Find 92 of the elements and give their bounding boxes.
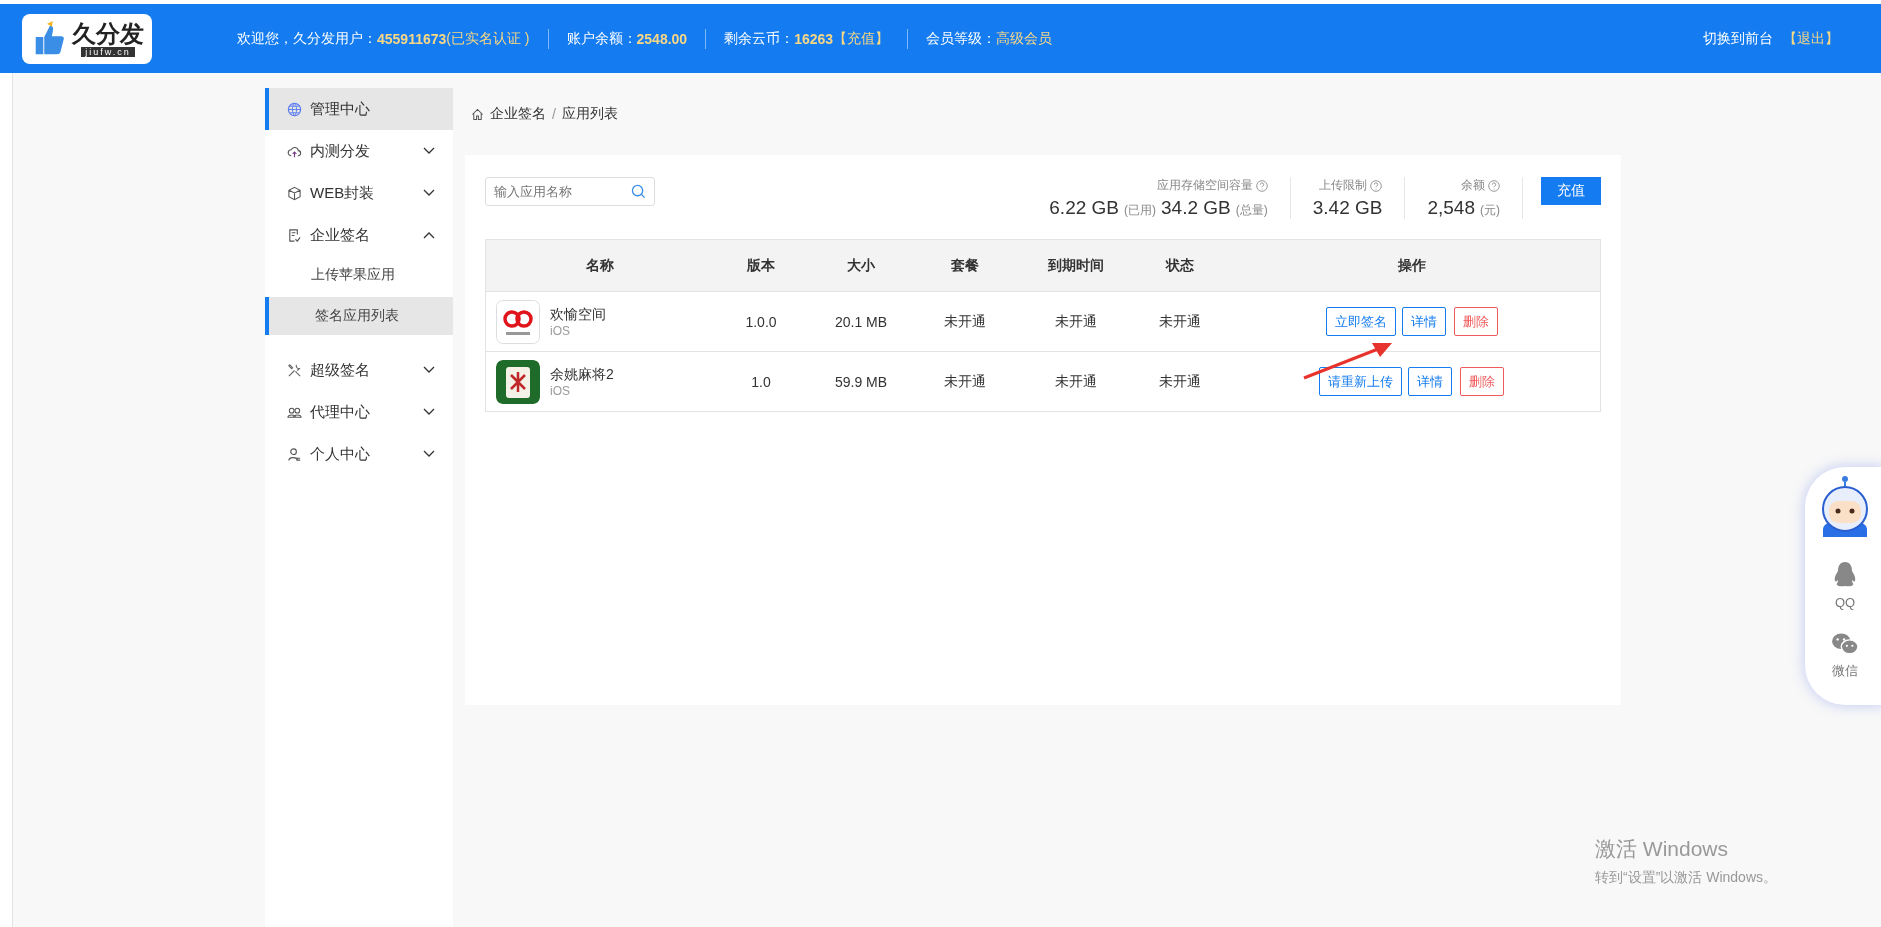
info-label: 剩余云币： bbox=[724, 29, 795, 48]
windows-activation-text: 转到“设置”以激活 Windows。 bbox=[1595, 869, 1777, 887]
table-cell-text: 未开通 bbox=[1054, 312, 1098, 331]
windows-activation-title: 激活 Windows bbox=[1595, 836, 1730, 862]
breadcrumb-item[interactable]: 企业签名 bbox=[490, 105, 546, 123]
help-icon bbox=[1488, 179, 1500, 192]
chevron-icon bbox=[423, 189, 435, 197]
person-icon bbox=[287, 446, 302, 462]
document-check-icon bbox=[287, 227, 302, 243]
delete-button[interactable]: 删除 bbox=[1460, 367, 1504, 396]
search-icon bbox=[631, 184, 646, 199]
column-header: 套餐 bbox=[949, 256, 980, 275]
rings-app-icon bbox=[496, 299, 540, 344]
contact-item[interactable]: QQ bbox=[1833, 561, 1857, 610]
column-header: 版本 bbox=[746, 256, 776, 275]
penguin-icon bbox=[1833, 561, 1857, 589]
column-header: 到期时间 bbox=[1047, 256, 1105, 275]
sidebar-item[interactable]: 企业签名 bbox=[265, 214, 453, 256]
recharge-link[interactable]: 【充值】 bbox=[833, 29, 890, 48]
unit-label: (元) bbox=[1480, 202, 1500, 219]
breadcrumb-item: 应用列表 bbox=[561, 105, 618, 123]
breadcrumb-separator: / bbox=[552, 106, 556, 122]
chevron-icon bbox=[423, 408, 435, 416]
table-cell-text: 未开通 bbox=[1157, 372, 1202, 391]
unit-label: (总量) bbox=[1235, 202, 1268, 219]
mahjong-tile-icon bbox=[496, 359, 540, 404]
logo-domain: jiufw.cn bbox=[81, 46, 135, 57]
chevron-icon bbox=[423, 450, 435, 458]
balance-value: 2,548 bbox=[1427, 197, 1475, 219]
column-header: 大小 bbox=[846, 256, 876, 275]
sidebar-item[interactable]: WEB封装 bbox=[265, 172, 453, 214]
app-name: 欢愉空间 bbox=[550, 305, 606, 324]
cube-icon bbox=[287, 185, 302, 201]
sidebar-subitem[interactable]: 上传苹果应用 bbox=[265, 256, 453, 293]
unit-label: (已用) bbox=[1124, 202, 1156, 219]
info-value: (已实名认证 ) bbox=[446, 29, 530, 48]
storage-used: 6.22 GB bbox=[1049, 197, 1119, 219]
help-icon bbox=[1255, 179, 1268, 192]
app-name: 余姚麻将2 bbox=[550, 365, 614, 384]
site-logo[interactable]: 久分发 jiufw.cn bbox=[22, 13, 152, 64]
contact-label: QQ bbox=[1834, 595, 1856, 610]
chevron-icon bbox=[423, 231, 435, 239]
info-label: 账户余额： bbox=[566, 29, 637, 48]
action-button[interactable]: 请重新上传 bbox=[1319, 367, 1402, 396]
globe-icon bbox=[287, 101, 302, 117]
table-cell-text: 未开通 bbox=[1054, 372, 1098, 391]
recharge-button[interactable]: 充值 bbox=[1541, 177, 1601, 205]
search-field[interactable]: 输入应用名称 bbox=[485, 177, 655, 206]
table-cell-text: 1.0.0 bbox=[744, 313, 778, 330]
upload-limit-value: 3.42 GB bbox=[1312, 197, 1383, 219]
logo-wordmark: 久分发 bbox=[72, 20, 144, 47]
sidebar-item[interactable]: 代理中心 bbox=[265, 391, 453, 433]
table-cell-text: 未开通 bbox=[1157, 312, 1202, 331]
app-platform: iOS bbox=[550, 323, 571, 338]
sidebar-item[interactable]: 内测分发 bbox=[265, 130, 453, 172]
chevron-icon bbox=[423, 147, 435, 155]
delete-button[interactable]: 删除 bbox=[1453, 307, 1498, 336]
action-button[interactable]: 立即签名 bbox=[1325, 307, 1396, 336]
table-cell-text: 20.1 MB bbox=[833, 313, 889, 330]
sidebar-item[interactable]: 超级签名 bbox=[265, 349, 453, 391]
info-label: 欢迎您，久分发用户： bbox=[237, 29, 377, 48]
chat-bubbles-icon bbox=[1831, 632, 1859, 656]
table-cell-text: 1.0 bbox=[750, 373, 772, 390]
contact-item[interactable]: 微信 bbox=[1831, 632, 1859, 680]
table-cell-text: 未开通 bbox=[942, 372, 987, 391]
stat-label: 余额 bbox=[1461, 177, 1500, 194]
info-value: 455911673 bbox=[377, 30, 447, 47]
action-button[interactable]: 详情 bbox=[1408, 367, 1452, 396]
app-platform: iOS bbox=[550, 383, 571, 398]
home-icon bbox=[471, 107, 484, 121]
sidebar-subitem[interactable]: 签名应用列表 bbox=[265, 297, 453, 335]
switch-to-frontend-link[interactable]: 切换到前台 bbox=[1703, 29, 1773, 48]
info-value: 16263 bbox=[794, 30, 834, 47]
help-icon bbox=[1370, 179, 1383, 192]
table-cell-text: 59.9 MB bbox=[833, 373, 889, 390]
chevron-icon bbox=[423, 366, 435, 374]
table-cell-text: 未开通 bbox=[942, 312, 987, 331]
sidebar-item[interactable]: 个人中心 bbox=[265, 433, 453, 475]
column-header: 操作 bbox=[1396, 256, 1427, 275]
tools-icon bbox=[287, 362, 302, 378]
info-label: 会员等级： bbox=[926, 29, 997, 48]
contact-label: 微信 bbox=[1832, 662, 1858, 680]
stat-label: 上传限制 bbox=[1319, 177, 1383, 194]
logout-link[interactable]: 【退出】 bbox=[1783, 29, 1839, 48]
stat-label: 应用存储空间容量 bbox=[1156, 177, 1268, 194]
sidebar-item[interactable]: 管理中心 bbox=[265, 88, 453, 130]
storage-total: 34.2 GB bbox=[1161, 197, 1231, 219]
column-header: 状态 bbox=[1164, 256, 1195, 275]
action-button[interactable]: 详情 bbox=[1401, 307, 1446, 336]
info-value: 2548.00 bbox=[636, 30, 688, 47]
info-value: 高级会员 bbox=[996, 29, 1053, 48]
column-header: 名称 bbox=[584, 256, 615, 275]
